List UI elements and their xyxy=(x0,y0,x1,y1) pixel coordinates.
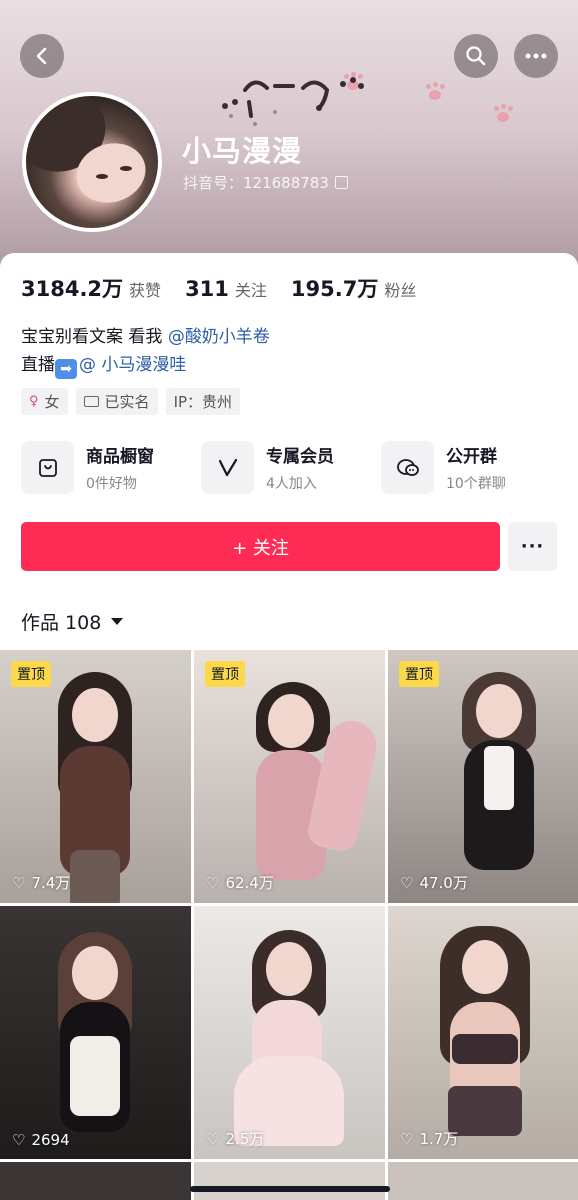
video-likes: ♡ 47.0万 xyxy=(400,872,468,893)
video-tile[interactable]: 置顶 ♡ 62.4万 xyxy=(194,650,385,903)
video-tile[interactable]: 置顶 ♡ 47.0万 xyxy=(388,650,578,903)
tab-works[interactable]: 作品 108 xyxy=(21,608,124,635)
feature-shop-window[interactable]: 商品橱窗 0件好物 xyxy=(21,441,201,494)
heart-icon: ♡ xyxy=(12,873,26,892)
stat-value: 3184.2万 xyxy=(21,277,124,301)
stat-following[interactable]: 311 关注 xyxy=(185,277,267,301)
heart-icon: ♡ xyxy=(206,873,220,892)
likes-count: 1.7万 xyxy=(419,1130,459,1148)
feature-subtitle: 0件好物 xyxy=(86,476,137,492)
female-icon: ♀ xyxy=(29,394,39,409)
vip-v-icon xyxy=(201,441,254,494)
video-tile[interactable] xyxy=(388,1162,578,1200)
id-card-icon xyxy=(83,396,99,407)
heart-icon: ♡ xyxy=(12,1131,26,1149)
feature-title: 商品橱窗 xyxy=(86,447,154,467)
cat-doodle-icon xyxy=(222,77,364,126)
feature-entries: 商品橱窗 0件好物 专属会员 4人加入 公开群 10个群聊 xyxy=(21,441,561,494)
gender-tag: ♀ 女 xyxy=(21,388,68,415)
profile-bio: 宝宝别看文案 看我 @酸奶小羊卷 直播 ➡ @ 小马漫漫哇 xyxy=(21,323,270,379)
copy-icon[interactable] xyxy=(334,176,348,189)
stat-likes[interactable]: 3184.2万 获赞 xyxy=(21,273,161,303)
home-indicator xyxy=(190,1186,390,1192)
video-tile[interactable]: ♡ 2.5万 xyxy=(194,906,385,1159)
stat-value: 195.7万 xyxy=(290,277,379,301)
feature-title: 专属会员 xyxy=(266,447,334,467)
profile-nickname: 小马漫漫 xyxy=(182,134,303,168)
feature-title: 公开群 xyxy=(446,447,497,467)
video-tile[interactable]: 置顶 ♡ 7.4万 xyxy=(0,650,191,903)
tag-label: IP：贵州 xyxy=(173,393,233,411)
bio-mention-link[interactable]: @ 小马漫漫哇 xyxy=(79,355,186,375)
video-likes: ♡ 62.4万 xyxy=(206,872,274,893)
stat-label: 关注 xyxy=(234,281,267,300)
back-arrow-icon xyxy=(36,47,47,65)
feature-membership[interactable]: 专属会员 4人加入 xyxy=(201,441,381,494)
arrow-right-icon: ➡ xyxy=(55,359,77,379)
ip-tag: IP：贵州 xyxy=(165,388,241,415)
stat-label: 粉丝 xyxy=(384,281,417,300)
douyin-id[interactable]: 抖音号：121688783 xyxy=(183,172,348,193)
profile-card: 3184.2万 获赞 311 关注 195.7万 粉丝 宝宝别看文案 看我 @酸… xyxy=(0,253,578,1200)
pinned-badge: 置顶 xyxy=(11,661,51,687)
pinned-badge: 置顶 xyxy=(399,661,439,687)
back-button[interactable] xyxy=(20,34,64,78)
search-button[interactable] xyxy=(454,34,498,78)
stats-row: 3184.2万 获赞 311 关注 195.7万 粉丝 xyxy=(21,273,440,303)
bio-text: 直播 xyxy=(21,355,55,375)
likes-count: 7.4万 xyxy=(31,874,71,892)
more-actions-button[interactable]: ··· xyxy=(508,522,557,571)
stat-label: 获赞 xyxy=(129,281,162,300)
video-likes: ♡ 2.5万 xyxy=(206,1128,264,1149)
video-tile[interactable] xyxy=(194,1162,385,1200)
douyin-id-text: 抖音号：121688783 xyxy=(183,174,329,192)
caret-down-icon xyxy=(111,618,124,625)
video-tile[interactable]: ♡ 2694 xyxy=(0,906,191,1159)
video-likes: ♡ 7.4万 xyxy=(12,872,70,893)
stat-followers[interactable]: 195.7万 粉丝 xyxy=(291,273,416,303)
tag-label: 已实名 xyxy=(104,393,150,411)
video-likes: ♡ 1.7万 xyxy=(400,1128,458,1149)
heart-icon: ♡ xyxy=(400,873,414,892)
follow-button[interactable]: + 关注 xyxy=(21,522,500,571)
likes-count: 62.4万 xyxy=(225,874,274,892)
video-tile[interactable] xyxy=(0,1162,191,1200)
shop-bag-icon xyxy=(21,441,74,494)
feature-subtitle: 10个群聊 xyxy=(446,476,506,492)
profile-tags: ♀ 女 已实名 IP：贵州 xyxy=(21,388,241,415)
stat-value: 311 xyxy=(185,277,229,301)
verified-tag: 已实名 xyxy=(75,388,158,415)
feature-group-chat[interactable]: 公开群 10个群聊 xyxy=(381,441,561,494)
feature-subtitle: 4人加入 xyxy=(266,476,317,492)
search-icon xyxy=(466,46,486,66)
avatar[interactable] xyxy=(22,92,162,232)
group-chat-icon xyxy=(381,441,434,494)
paw-icon xyxy=(492,104,514,124)
more-dots-icon xyxy=(525,53,547,59)
bio-mention-link[interactable]: @酸奶小羊卷 xyxy=(168,327,270,347)
more-options-button[interactable] xyxy=(514,34,558,78)
bio-text: 宝宝别看文案 看我 xyxy=(21,327,163,347)
likes-count: 2.5万 xyxy=(225,1130,265,1148)
pinned-badge: 置顶 xyxy=(205,661,245,687)
heart-icon: ♡ xyxy=(206,1129,220,1148)
heart-icon: ♡ xyxy=(400,1129,414,1148)
tab-works-label: 作品 108 xyxy=(21,612,102,634)
likes-count: 47.0万 xyxy=(419,874,468,892)
video-likes: ♡ 2694 xyxy=(12,1131,70,1149)
video-tile[interactable]: ♡ 1.7万 xyxy=(388,906,578,1159)
tag-label: 女 xyxy=(44,393,60,411)
paw-icon xyxy=(424,82,446,102)
likes-count: 2694 xyxy=(31,1131,70,1149)
